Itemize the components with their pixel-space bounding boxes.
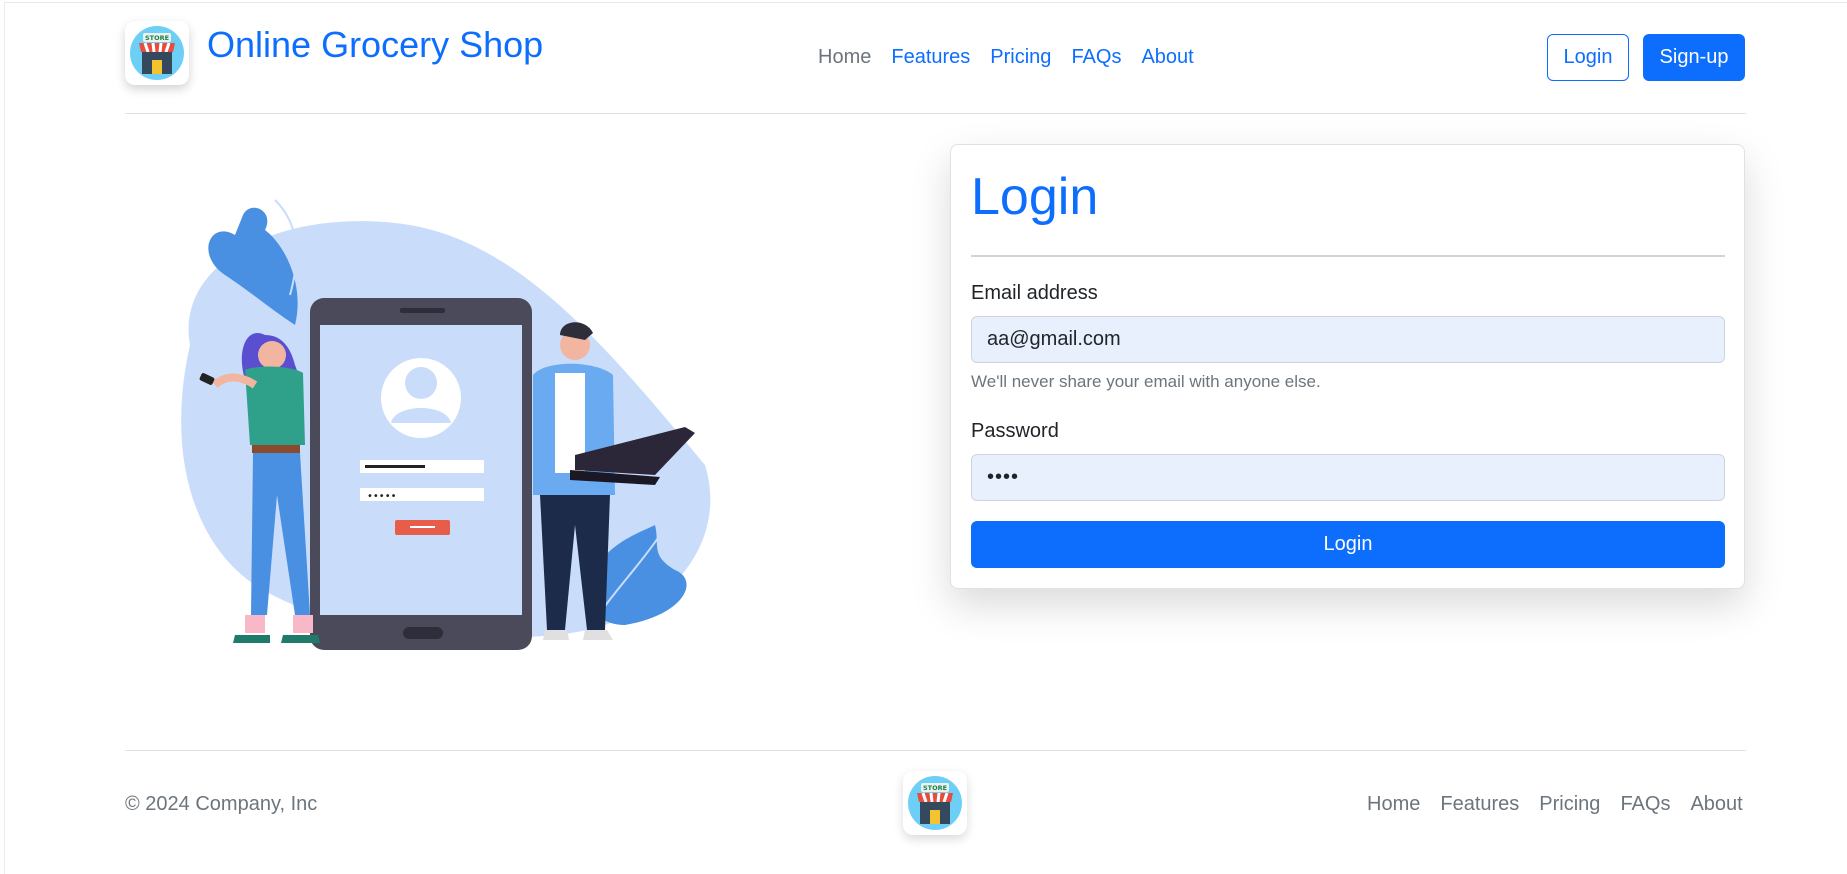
- footer-nav-pricing[interactable]: Pricing: [1539, 793, 1600, 816]
- card-divider: [971, 255, 1725, 257]
- footer-nav-about[interactable]: About: [1690, 793, 1742, 816]
- header-login-button[interactable]: Login: [1547, 34, 1629, 81]
- nav-home[interactable]: Home: [818, 46, 871, 69]
- svg-text:STORE: STORE: [923, 784, 947, 792]
- password-field[interactable]: ••••: [971, 454, 1725, 501]
- login-title: Login: [971, 168, 1099, 226]
- login-card: Login Email address aa@gmail.com We'll n…: [950, 144, 1745, 589]
- email-help-text: We'll never share your email with anyone…: [971, 372, 1321, 391]
- brand-title[interactable]: Online Grocery Shop: [207, 24, 543, 66]
- header-signup-button[interactable]: Sign-up: [1643, 34, 1745, 81]
- svg-text:STORE: STORE: [145, 34, 169, 42]
- login-submit-button[interactable]: Login: [971, 521, 1725, 568]
- nav-features[interactable]: Features: [891, 46, 970, 69]
- nav-faqs[interactable]: FAQs: [1071, 46, 1121, 69]
- login-illustration: •••••: [155, 195, 725, 655]
- store-logo-icon[interactable]: STORE: [125, 21, 189, 85]
- footer-nav-home[interactable]: Home: [1367, 793, 1420, 816]
- footer-nav-features[interactable]: Features: [1440, 793, 1519, 816]
- email-field[interactable]: aa@gmail.com: [971, 316, 1725, 363]
- footer-store-logo-icon[interactable]: STORE: [903, 771, 967, 835]
- header-divider: [125, 113, 1746, 114]
- top-nav: Home Features Pricing FAQs About: [818, 46, 1194, 69]
- nav-about[interactable]: About: [1141, 46, 1193, 69]
- email-label: Email address: [971, 282, 1098, 304]
- password-label: Password: [971, 420, 1059, 442]
- nav-pricing[interactable]: Pricing: [990, 46, 1051, 69]
- svg-text:•••••: •••••: [367, 491, 397, 502]
- footer-nav: Home Features Pricing FAQs About: [1367, 793, 1743, 816]
- footer-nav-faqs[interactable]: FAQs: [1620, 793, 1670, 816]
- copyright-text: © 2024 Company, Inc: [125, 793, 318, 815]
- footer-divider: [125, 750, 1746, 751]
